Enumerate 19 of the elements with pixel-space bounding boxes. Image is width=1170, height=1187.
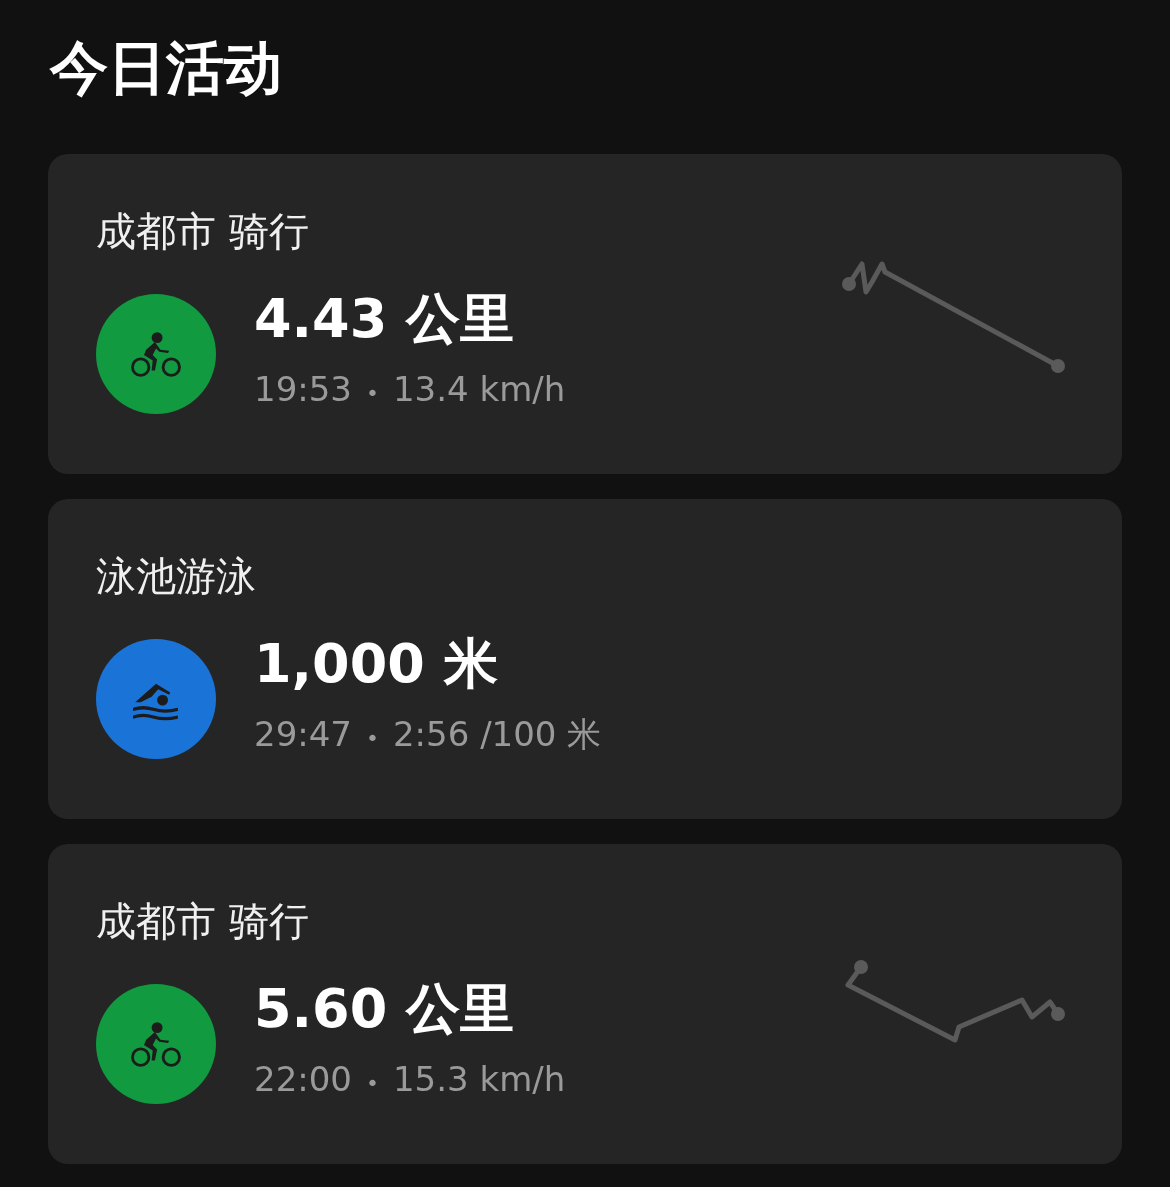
duration-text: 29:47 xyxy=(254,713,352,756)
activity-title: 成都市 骑行 xyxy=(96,897,310,946)
activity-card[interactable]: 成都市 骑行 4.43 公里 19:53 • 13.4 km/h xyxy=(48,154,1122,474)
pace-text: 2:56 /100 米 xyxy=(392,713,602,756)
pace-text: 13.4 km/h xyxy=(392,368,566,411)
separator-dot: • xyxy=(366,380,379,408)
duration-text: 22:00 xyxy=(254,1058,352,1101)
separator-dot: • xyxy=(366,1070,379,1098)
distance-value: 1,000 米 xyxy=(254,631,499,697)
activity-card[interactable]: 泳池游泳 1,000 米 29:47 • 2:56 /100 米 xyxy=(48,499,1122,819)
page-title: 今日活动 xyxy=(50,33,283,104)
activity-card[interactable]: 成都市 骑行 5.60 公里 22:00 • 15.3 km/h xyxy=(48,844,1122,1164)
pace-text: 15.3 km/h xyxy=(392,1058,566,1101)
duration-text: 19:53 xyxy=(254,368,352,411)
distance-value: 5.60 公里 xyxy=(254,976,516,1042)
activity-title: 泳池游泳 xyxy=(96,552,257,601)
distance-value: 4.43 公里 xyxy=(254,286,516,352)
activity-title: 成都市 骑行 xyxy=(96,207,310,256)
separator-dot: • xyxy=(366,725,379,753)
